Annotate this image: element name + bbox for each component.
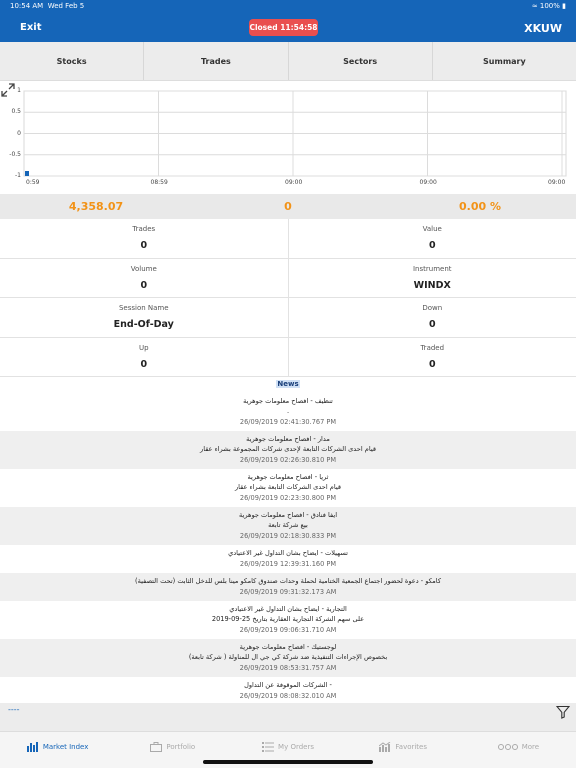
news-date: 26/09/2019 02:18:30.833 PM <box>239 532 337 540</box>
tab-summary[interactable]: Summary <box>433 42 576 80</box>
battery-percent: 100% <box>539 2 560 10</box>
tab-trades[interactable]: Trades <box>144 42 289 80</box>
news-headline: قيام احدى الشركات التابعة لإحدى شركات ال… <box>200 445 376 453</box>
stat-value: Value 0 <box>422 225 442 251</box>
status-right: ≈ 100% ▮ <box>532 2 566 10</box>
more-dots-icon <box>497 744 518 750</box>
news-headline: مدار - افصاح معلومات جوهرية <box>246 435 330 443</box>
news-item[interactable]: ايفا فنادق - افصاح معلومات جوهرية بيع شرك… <box>0 507 576 545</box>
x-tick-label: 09:00 <box>419 179 437 186</box>
index-name: XKUW <box>524 22 562 35</box>
index-summary-bar: 4,358.07 0 0.00 % <box>0 194 576 219</box>
stat-session-name: Session Name End-Of-Day <box>0 298 289 337</box>
news-headline: بيع شركة تابعة <box>268 521 308 529</box>
status-bar: 10:54 AM Wed Feb 5 ≈ 100% ▮ <box>0 0 576 12</box>
x-tick-label: 09:00 <box>285 179 303 186</box>
stat-down: Down 0 <box>422 304 443 330</box>
stats-row: Session Name End-Of-Day Down 0 <box>0 298 576 338</box>
favorites-chart-icon <box>379 742 391 752</box>
list-icon <box>262 742 275 752</box>
expand-icon[interactable] <box>0 82 16 98</box>
news-date: 26/09/2019 02:41:30.767 PM <box>239 418 337 426</box>
news-date: 26/09/2019 12:39:31.160 PM <box>239 560 337 568</box>
news-date: 26/09/2019 02:23:30.800 PM <box>239 494 337 502</box>
stats-row: Volume 0 Instrument WINDX <box>0 258 576 298</box>
news-item[interactable]: مدار - افصاح معلومات جوهرية قيام احدى الش… <box>0 431 576 469</box>
news-date: 26/09/2019 08:53:31.757 AM <box>239 664 337 672</box>
y-tick-label: 0 <box>17 129 21 137</box>
index-change-percent: 0.00 % <box>459 200 501 213</box>
stat-instrument: Instrument WINDX <box>412 264 452 291</box>
stat-volume: Volume 0 <box>0 258 289 297</box>
tab-stocks[interactable]: Stocks <box>0 42 145 80</box>
nav-more[interactable]: More <box>461 732 576 768</box>
news-item[interactable]: تسهيلات - ايضاح بشان التداول غير الاعتيا… <box>0 545 576 573</box>
home-indicator <box>203 760 373 764</box>
news-list: تنظيف - افصاح معلومات جوهرية. 26/09/2019 … <box>0 393 576 703</box>
x-tick-label: 0:59 <box>26 179 40 186</box>
data-point <box>25 171 29 176</box>
x-tick-label: 08:59 <box>150 179 168 186</box>
news-item[interactable]: - الشركات الموقوفة عن التداول 26/09/2019 … <box>0 677 576 703</box>
stat-up: Up 0 <box>0 337 289 376</box>
filter-dash: ---- <box>8 705 20 714</box>
news-date: 26/09/2019 02:26:30.810 PM <box>239 456 337 464</box>
news-headline: التجارية - ايضاح بشان التداول غير الاعتي… <box>229 605 347 613</box>
y-tick-label: -0.5 <box>9 150 21 158</box>
news-headline: - الشركات الموقوفة عن التداول <box>244 681 332 689</box>
wifi-icon: ≈ <box>531 2 538 10</box>
app-header: 10:54 AM Wed Feb 5 ≈ 100% ▮ Exit Closed … <box>0 0 576 42</box>
news-item[interactable]: كامكو - دعوة لحضور اجتماع الجمعية الختام… <box>0 573 576 601</box>
stats-row: Up 0 Traded 0 <box>0 337 576 377</box>
nav-market-index[interactable]: Market Index <box>0 732 115 768</box>
bar-chart-icon <box>26 742 38 752</box>
exit-button[interactable]: Exit <box>20 22 42 33</box>
index-chart: 1 0.5 0 -0.5 -1 0:59 08:59 09:00 09:00 09:00 <box>0 82 576 192</box>
battery-icon: ▮ <box>562 2 566 10</box>
filter-icon[interactable] <box>556 705 570 719</box>
news-headline: ايفا فنادق - افصاح معلومات جوهرية <box>238 511 338 519</box>
news-item[interactable]: تنظيف - افصاح معلومات جوهرية. 26/09/2019 … <box>0 393 576 431</box>
status-time: 10:54 AM Wed Feb 5 <box>10 2 85 10</box>
news-headline: كامكو - دعوة لحضور اجتماع الجمعية الختام… <box>135 577 441 585</box>
news-date: 26/09/2019 09:06:31.710 AM <box>239 626 337 634</box>
news-item[interactable]: ثريا - افصاح معلومات جوهرية قيام احدى الش… <box>0 469 576 507</box>
stat-trades: Trades 0 <box>0 219 289 258</box>
stats-grid: Trades 0 Value 0 Volume 0 Instrument WINDX S… <box>0 219 576 377</box>
news-headline: قيام احدى الشركات التابعة بشراء عقار <box>234 483 342 491</box>
news-headline: . <box>286 407 290 415</box>
chart-plot <box>23 90 567 177</box>
stats-row: Trades 0 Value 0 <box>0 219 576 259</box>
y-tick-label: 1 <box>17 87 21 94</box>
news-date: 26/09/2019 08:08:32.010 AM <box>239 692 337 700</box>
tab-bar: Stocks Trades Sectors Summary <box>0 42 576 81</box>
y-tick-label: -1 <box>15 172 21 179</box>
briefcase-icon <box>150 742 163 752</box>
tab-sectors[interactable]: Sectors <box>289 42 433 80</box>
news-headline: بخصوص الإجراءات التنفيذية ضد شركة كي جي … <box>188 653 388 661</box>
news-date: 26/09/2019 09:31:32.173 AM <box>239 588 337 596</box>
news-headline: تسهيلات - ايضاح بشان التداول غير الاعتيا… <box>228 549 348 557</box>
news-headline: على سهم الشركة التجارية العقارية بتاريخ … <box>211 615 365 623</box>
news-headline: لوجستيك - افصاح معلومات جوهرية <box>239 643 337 651</box>
filter-bar: ---- <box>0 703 576 731</box>
index-change: 0 <box>284 200 292 213</box>
news-headline: تنظيف - افصاح معلومات جوهرية <box>243 397 333 405</box>
market-status-badge: Closed 11:54:58 <box>249 19 318 36</box>
stat-traded: Traded 0 <box>420 343 445 370</box>
x-tick-label: 09:00 <box>548 179 566 186</box>
y-tick-label: 0.5 <box>11 108 21 116</box>
news-item[interactable]: التجارية - ايضاح بشان التداول غير الاعتي… <box>0 601 576 639</box>
news-headline: ثريا - افصاح معلومات جوهرية <box>247 473 329 481</box>
news-title: News <box>276 380 300 388</box>
news-item[interactable]: لوجستيك - افصاح معلومات جوهرية بخصوص الإج… <box>0 639 576 677</box>
index-value: 4,358.07 <box>68 200 124 213</box>
